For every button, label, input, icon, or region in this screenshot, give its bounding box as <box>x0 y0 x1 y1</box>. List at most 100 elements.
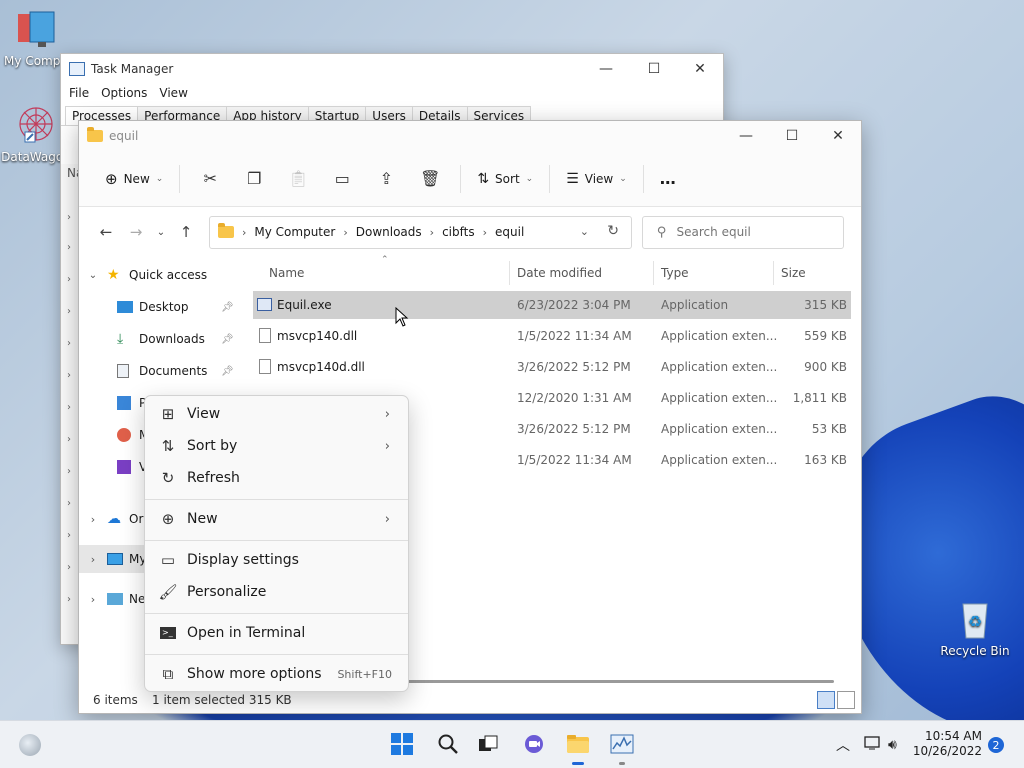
minimize-button[interactable]: — <box>583 54 629 84</box>
file-row[interactable]: msvcp140.dll 1/5/2022 11:34 AM Applicati… <box>253 322 851 350</box>
search-button[interactable] <box>432 729 464 761</box>
more-options-button[interactable]: … <box>652 165 684 192</box>
selection-info: 1 item selected 315 KB <box>152 693 292 707</box>
expand-icon[interactable]: › <box>67 594 71 605</box>
column-divider[interactable] <box>773 261 774 285</box>
search-input[interactable] <box>676 225 817 239</box>
menu-item-new[interactable]: ⊕ New › <box>149 504 404 534</box>
notification-badge[interactable]: 2 <box>988 737 1004 753</box>
expand-icon[interactable]: › <box>67 306 71 317</box>
menu-item-show-more-options[interactable]: ⧉ Show more options Shift+F10 <box>149 659 404 689</box>
forward-button[interactable]: → <box>121 223 151 241</box>
expand-icon[interactable]: › <box>67 242 71 253</box>
breadcrumb-equil[interactable]: equil <box>495 225 524 239</box>
new-label: New <box>123 171 150 186</box>
back-button[interactable]: ← <box>91 223 121 241</box>
sort-icon: ⇅ <box>477 170 490 187</box>
menu-separator <box>145 540 408 541</box>
column-type[interactable]: Type <box>661 266 689 280</box>
address-bar[interactable]: › My Computer › Downloads › cibfts › equ… <box>209 215 632 249</box>
menu-options[interactable]: Options <box>101 86 147 100</box>
refresh-icon[interactable]: ↻ <box>607 223 619 239</box>
expand-icon[interactable]: › <box>67 530 71 541</box>
rename-button[interactable]: ▭ <box>326 165 358 193</box>
expand-icon[interactable]: › <box>67 370 71 381</box>
clock[interactable]: 10:54 AM 10/26/2022 <box>913 729 982 759</box>
nav-desktop[interactable]: Desktop 📌︎ <box>79 293 247 321</box>
recent-locations-button[interactable]: ⌄ <box>151 227 171 238</box>
share-button[interactable]: ⇪ <box>370 165 402 193</box>
menu-view[interactable]: View <box>159 86 187 100</box>
new-button[interactable]: ⊕ New ⌄ <box>97 166 171 192</box>
chat-button[interactable] <box>518 729 550 761</box>
widgets-button[interactable] <box>14 729 46 761</box>
expand-icon[interactable]: › <box>67 434 71 445</box>
menu-item-refresh[interactable]: ↻ Refresh <box>149 463 404 493</box>
file-row[interactable]: msvcp140d.dll 3/26/2022 5:12 PM Applicat… <box>253 353 851 381</box>
file-type: Application exten... <box>661 329 778 343</box>
copy-button[interactable]: ❐ <box>238 165 270 193</box>
expand-icon[interactable]: › <box>67 402 71 413</box>
expand-icon[interactable]: › <box>67 466 71 477</box>
pin-icon: 📌︎ <box>221 365 234 377</box>
column-divider[interactable] <box>653 261 654 285</box>
network-tray-button[interactable] <box>864 721 882 768</box>
file-name: msvcp140d.dll <box>277 360 365 374</box>
start-button[interactable] <box>386 729 418 761</box>
maximize-button[interactable]: ☐ <box>631 54 677 84</box>
breadcrumb-downloads[interactable]: Downloads <box>356 225 422 239</box>
file-row[interactable]: Equil.exe 6/23/2022 3:04 PM Application … <box>253 291 851 319</box>
address-dropdown-icon[interactable]: ⌄ <box>580 225 589 238</box>
close-button[interactable]: ✕ <box>677 54 723 84</box>
menu-item-label: Display settings <box>187 552 299 568</box>
close-button[interactable]: ✕ <box>815 121 861 151</box>
dll-file-icon <box>259 328 271 343</box>
file-size: 163 KB <box>804 453 847 467</box>
task-manager-taskbar-button[interactable] <box>606 729 638 765</box>
view-button[interactable]: ☰ View ⌄ <box>558 167 635 191</box>
delete-button[interactable]: 🗑︎ <box>414 165 446 193</box>
menu-item-open-terminal[interactable]: >_ Open in Terminal <box>149 618 404 648</box>
volume-tray-button[interactable]: 🔊︎ <box>888 721 897 768</box>
search-box[interactable]: ⚲ <box>642 215 844 249</box>
search-icon <box>437 733 459 758</box>
minimize-button[interactable]: — <box>723 121 769 151</box>
task-view-icon <box>477 733 499 758</box>
show-hidden-icons-button[interactable]: ︿ <box>836 721 850 768</box>
expand-icon[interactable]: › <box>67 274 71 285</box>
clipboard-icon: 📋︎ <box>288 169 309 188</box>
cut-button[interactable]: ✂ <box>194 165 226 193</box>
sort-button[interactable]: ⇅ Sort ⌄ <box>469 167 541 191</box>
breadcrumb-cibfts[interactable]: cibfts <box>442 225 475 239</box>
column-date-modified[interactable]: Date modified <box>517 266 602 280</box>
breadcrumb-my-computer[interactable]: My Computer <box>254 225 335 239</box>
paste-button[interactable]: 📋︎ <box>282 165 314 193</box>
chevron-down-icon: ⌄ <box>88 269 98 281</box>
menu-file[interactable]: File <box>69 86 89 100</box>
file-explorer-taskbar-button[interactable] <box>562 729 594 765</box>
expand-icon[interactable]: › <box>67 338 71 349</box>
nav-downloads[interactable]: ⤓ Downloads 📌︎ <box>79 325 247 353</box>
tiles-view-toggle[interactable] <box>837 691 855 709</box>
maximize-button[interactable]: ☐ <box>769 121 815 151</box>
up-button[interactable]: ↑ <box>171 223 201 241</box>
details-view-toggle[interactable] <box>817 691 835 709</box>
expand-icon[interactable]: › <box>67 212 71 223</box>
column-divider[interactable] <box>509 261 510 285</box>
chevron-right-icon: › <box>90 552 96 566</box>
column-size[interactable]: Size <box>781 266 806 280</box>
column-name[interactable]: Name <box>269 266 304 280</box>
expand-icon[interactable]: › <box>67 562 71 573</box>
nav-quick-access[interactable]: ⌄ ★ Quick access <box>79 261 247 289</box>
menu-item-view[interactable]: ⊞ View › <box>149 399 404 429</box>
desktop-icon-recycle-bin[interactable]: ♻ Recycle Bin <box>935 598 1015 658</box>
music-icon <box>117 428 131 442</box>
nav-documents[interactable]: Documents 📌︎ <box>79 357 247 385</box>
expand-icon[interactable]: › <box>67 498 71 509</box>
file-size: 1,811 KB <box>792 391 847 405</box>
menu-item-display-settings[interactable]: ▭ Display settings <box>149 545 404 575</box>
task-view-button[interactable] <box>472 729 504 761</box>
menu-item-sort-by[interactable]: ⇅ Sort by › <box>149 431 404 461</box>
menu-item-personalize[interactable]: 🖌︎ Personalize <box>149 577 404 607</box>
task-manager-title: Task Manager <box>91 62 174 76</box>
